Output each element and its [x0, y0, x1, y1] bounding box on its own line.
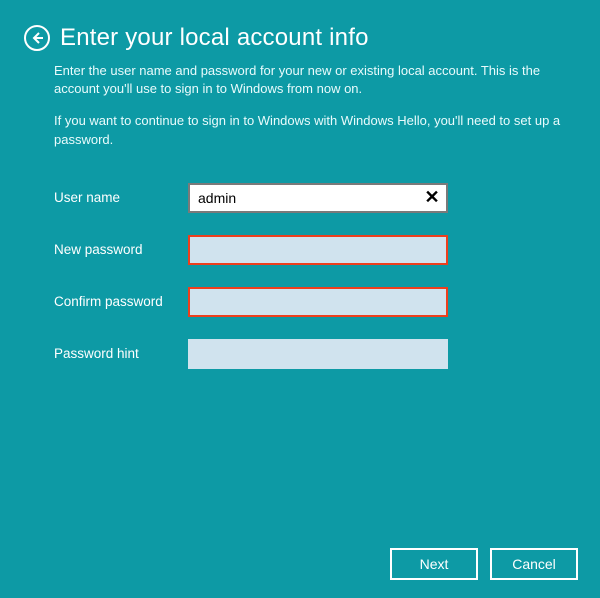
- back-arrow-icon: [30, 31, 44, 45]
- username-label: User name: [54, 190, 188, 205]
- page-title: Enter your local account info: [60, 24, 369, 52]
- clear-username-button[interactable]: ✕: [420, 183, 444, 213]
- new-password-input[interactable]: [188, 235, 448, 265]
- cancel-button[interactable]: Cancel: [490, 548, 578, 580]
- confirm-password-input[interactable]: [188, 287, 448, 317]
- password-hint-label: Password hint: [54, 346, 188, 361]
- description-text-2: If you want to continue to sign in to Wi…: [54, 112, 572, 148]
- back-button[interactable]: [24, 25, 50, 51]
- password-hint-input[interactable]: [188, 339, 448, 369]
- close-icon: ✕: [424, 187, 439, 208]
- new-password-label: New password: [54, 242, 188, 257]
- next-button[interactable]: Next: [390, 548, 478, 580]
- confirm-password-label: Confirm password: [54, 294, 188, 309]
- description-text-1: Enter the user name and password for you…: [54, 62, 572, 98]
- username-input[interactable]: [188, 183, 448, 213]
